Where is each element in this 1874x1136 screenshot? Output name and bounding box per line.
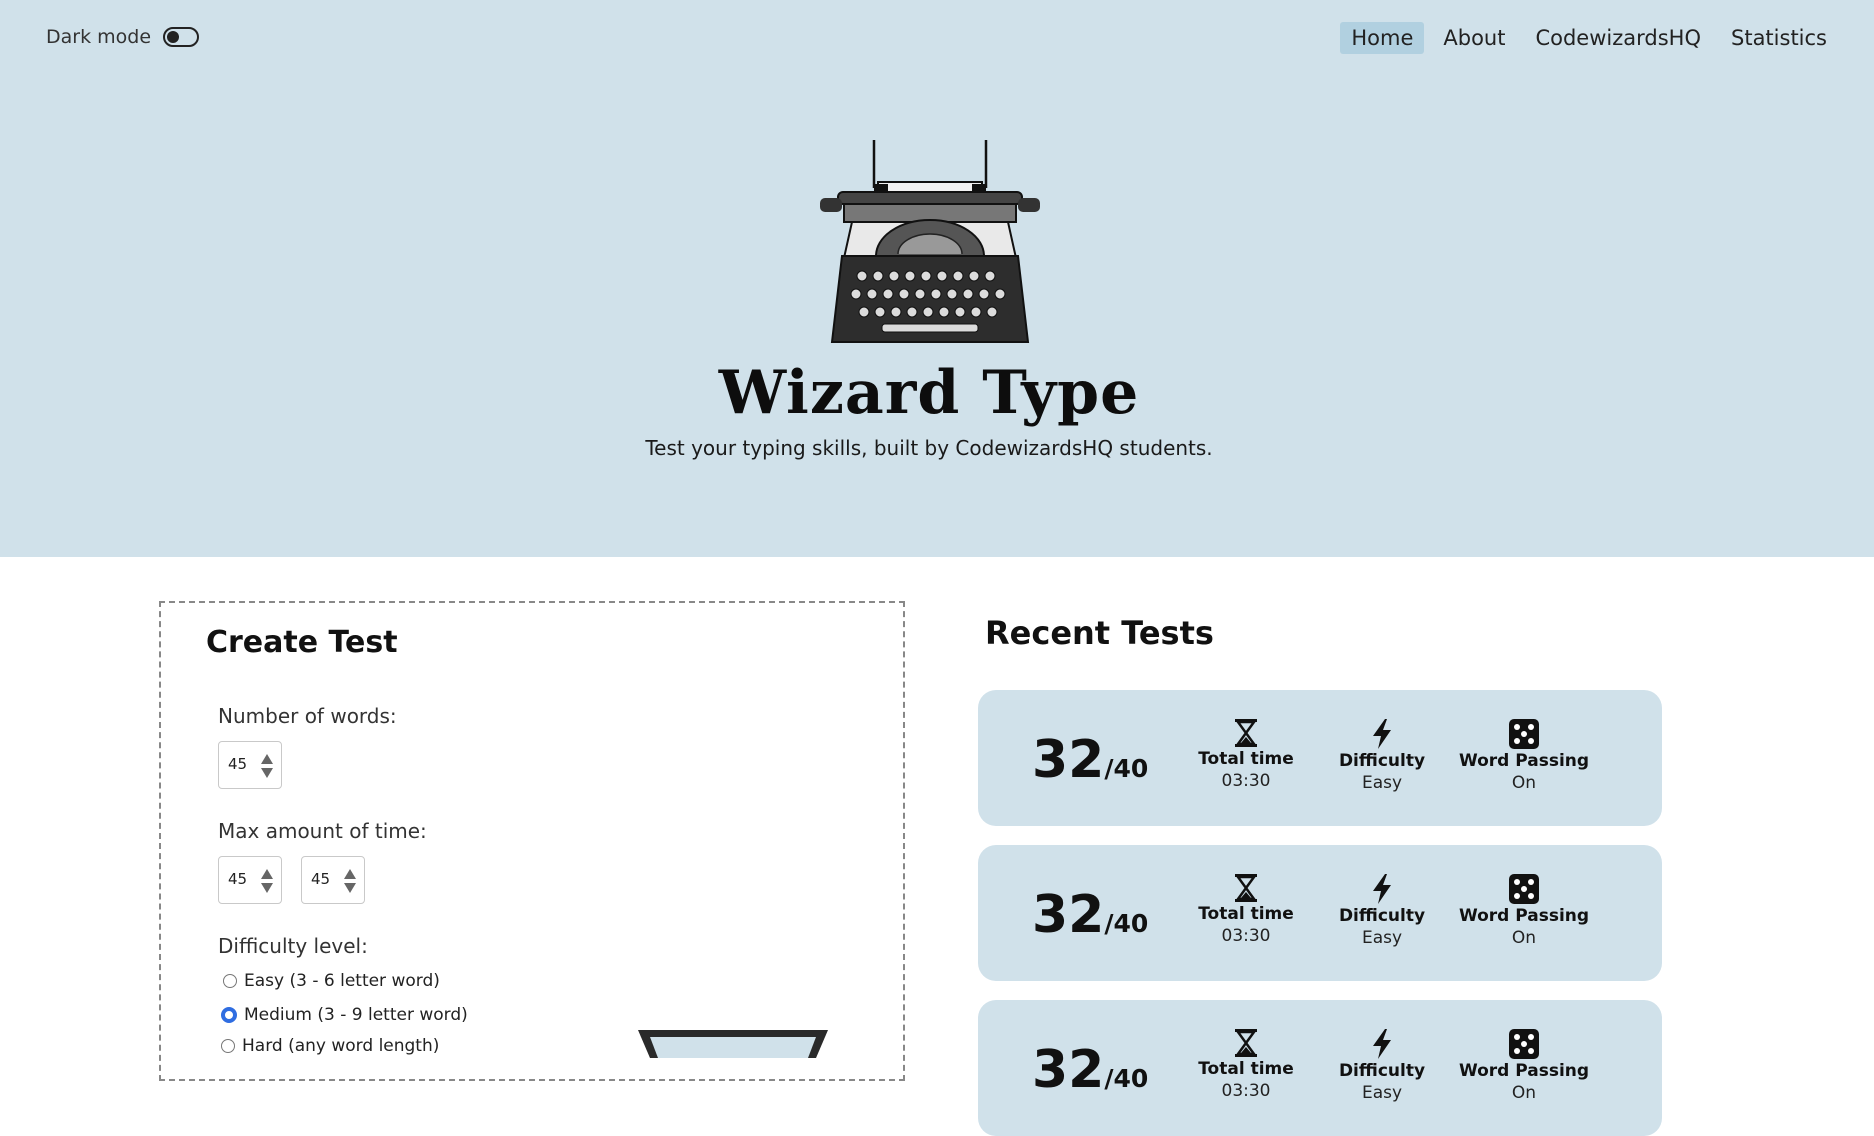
- stat-value: On: [1511, 773, 1537, 793]
- create-test-panel: Create Test Number of words: 45 Max amou…: [159, 601, 905, 1081]
- stepper-arrows-icon[interactable]: [260, 868, 274, 894]
- toggle-knob: [167, 31, 180, 43]
- stat-label: Difficulty: [1338, 1061, 1426, 1081]
- words-input[interactable]: 45: [218, 741, 282, 789]
- dice-icon: [1509, 1029, 1539, 1059]
- time-seconds-value: 45: [311, 870, 331, 888]
- test-score: 32/40: [1032, 885, 1148, 945]
- word-passing-stat: Word Passing On: [1444, 719, 1604, 793]
- difficulty-option-hard[interactable]: Hard (any word length): [221, 1036, 439, 1056]
- dark-mode-control: Dark mode: [46, 26, 200, 48]
- difficulty-option-label: Medium (3 - 9 letter word): [244, 1005, 468, 1025]
- nav-statistics[interactable]: Statistics: [1720, 22, 1838, 54]
- words-value: 45: [228, 755, 248, 773]
- dice-icon: [1509, 719, 1539, 749]
- stat-label: Word Passing: [1458, 751, 1590, 771]
- hero-banner: Dark mode Home About CodewizardsHQ Stati…: [0, 0, 1874, 557]
- word-passing-stat: Word Passing On: [1444, 874, 1604, 948]
- stat-value: On: [1511, 928, 1537, 948]
- time-minutes-value: 45: [228, 870, 248, 888]
- score-total: /40: [1104, 1064, 1149, 1093]
- difficulty-option-medium[interactable]: Medium (3 - 9 letter word): [221, 1005, 468, 1025]
- word-passing-stat: Word Passing On: [1444, 1029, 1604, 1103]
- difficulty-option-label: Hard (any word length): [242, 1036, 440, 1056]
- nav-about[interactable]: About: [1432, 22, 1516, 54]
- dark-mode-toggle[interactable]: [163, 27, 200, 47]
- create-test-heading: Create Test: [206, 625, 398, 660]
- stat-value: Easy: [1361, 928, 1403, 948]
- score-total: /40: [1104, 909, 1149, 938]
- radio-medium[interactable]: [221, 1007, 237, 1023]
- stepper-arrows-icon[interactable]: [343, 868, 357, 894]
- difficulty-option-label: Easy (3 - 6 letter word): [244, 971, 440, 991]
- recent-test-card[interactable]: 32/40 Total time 03:30 Difficulty Easy W…: [978, 1000, 1662, 1136]
- stepper-arrows-icon[interactable]: [260, 753, 274, 779]
- recent-test-card[interactable]: 32/40 Total time 03:30 Difficulty Easy W…: [978, 845, 1662, 981]
- stat-label: Difficulty: [1338, 906, 1426, 926]
- stat-label: Word Passing: [1458, 1061, 1590, 1081]
- hourglass-icon: [1235, 1029, 1257, 1057]
- stat-value: On: [1511, 1083, 1537, 1103]
- difficulty-option-easy[interactable]: Easy (3 - 6 letter word): [223, 971, 440, 991]
- radio-hard[interactable]: [221, 1039, 235, 1053]
- score-value: 32: [1032, 1040, 1105, 1100]
- words-label: Number of words:: [218, 704, 397, 728]
- difficulty-label: Difficulty level:: [218, 934, 368, 958]
- time-label: Max amount of time:: [218, 819, 427, 843]
- dice-icon: [1509, 874, 1539, 904]
- hourglass-icon: [1235, 874, 1257, 902]
- dark-mode-label: Dark mode: [46, 26, 152, 48]
- test-score: 32/40: [1032, 1040, 1148, 1100]
- main-nav: Home About CodewizardsHQ Statistics: [1340, 22, 1838, 54]
- difficulty-stat: Difficulty Easy: [1302, 874, 1462, 948]
- page-subtitle: Test your typing skills, built by Codewi…: [645, 436, 1213, 460]
- hourglass-icon: [1235, 719, 1257, 747]
- lightning-icon: [1373, 1029, 1391, 1059]
- typewriter-icon: [820, 140, 1040, 343]
- page-title: Wizard Type: [718, 358, 1140, 428]
- score-total: /40: [1104, 754, 1149, 783]
- difficulty-stat: Difficulty Easy: [1302, 1029, 1462, 1103]
- score-value: 32: [1032, 885, 1105, 945]
- radio-easy[interactable]: [223, 974, 237, 988]
- recent-test-card[interactable]: 32/40 Total time 03:30 Difficulty Easy W…: [978, 690, 1662, 826]
- lightning-icon: [1373, 874, 1391, 904]
- lightning-icon: [1373, 719, 1391, 749]
- test-score: 32/40: [1032, 730, 1148, 790]
- nav-codewizardshq[interactable]: CodewizardsHQ: [1524, 22, 1712, 54]
- stat-value: Easy: [1361, 1083, 1403, 1103]
- recent-tests-heading: Recent Tests: [985, 614, 1214, 652]
- time-seconds-input[interactable]: 45: [301, 856, 365, 904]
- difficulty-stat: Difficulty Easy: [1302, 719, 1462, 793]
- stat-label: Word Passing: [1458, 906, 1590, 926]
- score-value: 32: [1032, 730, 1105, 790]
- nav-home[interactable]: Home: [1340, 22, 1425, 54]
- stat-label: Difficulty: [1338, 751, 1426, 771]
- stat-value: Easy: [1361, 773, 1403, 793]
- time-minutes-input[interactable]: 45: [218, 856, 282, 904]
